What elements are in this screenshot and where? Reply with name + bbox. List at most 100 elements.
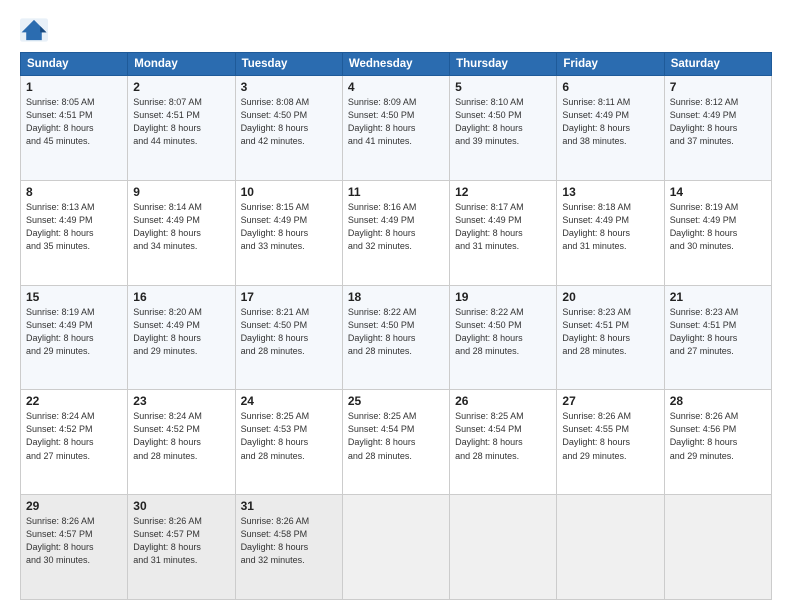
- logo-icon: [20, 18, 48, 42]
- day-number: 29: [26, 499, 122, 513]
- weekday-header: Tuesday: [235, 53, 342, 76]
- day-number: 26: [455, 394, 551, 408]
- cell-text: Sunrise: 8:23 AMSunset: 4:51 PMDaylight:…: [670, 306, 766, 358]
- calendar-cell: 16 Sunrise: 8:20 AMSunset: 4:49 PMDayligh…: [128, 285, 235, 390]
- day-number: 30: [133, 499, 229, 513]
- weekday-header: Sunday: [21, 53, 128, 76]
- cell-text: Sunrise: 8:23 AMSunset: 4:51 PMDaylight:…: [562, 306, 658, 358]
- cell-text: Sunrise: 8:11 AMSunset: 4:49 PMDaylight:…: [562, 96, 658, 148]
- cell-text: Sunrise: 8:14 AMSunset: 4:49 PMDaylight:…: [133, 201, 229, 253]
- day-number: 21: [670, 290, 766, 304]
- weekday-header: Saturday: [664, 53, 771, 76]
- day-number: 4: [348, 80, 444, 94]
- calendar-cell: 17 Sunrise: 8:21 AMSunset: 4:50 PMDayligh…: [235, 285, 342, 390]
- calendar-cell: 11 Sunrise: 8:16 AMSunset: 4:49 PMDayligh…: [342, 180, 449, 285]
- day-number: 12: [455, 185, 551, 199]
- day-number: 2: [133, 80, 229, 94]
- cell-text: Sunrise: 8:26 AMSunset: 4:55 PMDaylight:…: [562, 410, 658, 462]
- weekday-header: Wednesday: [342, 53, 449, 76]
- day-number: 6: [562, 80, 658, 94]
- day-number: 20: [562, 290, 658, 304]
- day-number: 7: [670, 80, 766, 94]
- cell-text: Sunrise: 8:15 AMSunset: 4:49 PMDaylight:…: [241, 201, 337, 253]
- day-number: 18: [348, 290, 444, 304]
- day-number: 8: [26, 185, 122, 199]
- cell-text: Sunrise: 8:19 AMSunset: 4:49 PMDaylight:…: [670, 201, 766, 253]
- calendar-cell: [450, 495, 557, 600]
- day-number: 31: [241, 499, 337, 513]
- day-number: 27: [562, 394, 658, 408]
- calendar-cell: 2 Sunrise: 8:07 AMSunset: 4:51 PMDaylight…: [128, 76, 235, 181]
- cell-text: Sunrise: 8:16 AMSunset: 4:49 PMDaylight:…: [348, 201, 444, 253]
- calendar-cell: 30 Sunrise: 8:26 AMSunset: 4:57 PMDayligh…: [128, 495, 235, 600]
- calendar-week-row: 8 Sunrise: 8:13 AMSunset: 4:49 PMDaylight…: [21, 180, 772, 285]
- cell-text: Sunrise: 8:25 AMSunset: 4:54 PMDaylight:…: [455, 410, 551, 462]
- calendar-cell: 7 Sunrise: 8:12 AMSunset: 4:49 PMDaylight…: [664, 76, 771, 181]
- calendar-cell: 27 Sunrise: 8:26 AMSunset: 4:55 PMDayligh…: [557, 390, 664, 495]
- cell-text: Sunrise: 8:21 AMSunset: 4:50 PMDaylight:…: [241, 306, 337, 358]
- day-number: 24: [241, 394, 337, 408]
- calendar-cell: 21 Sunrise: 8:23 AMSunset: 4:51 PMDayligh…: [664, 285, 771, 390]
- calendar-cell: 20 Sunrise: 8:23 AMSunset: 4:51 PMDayligh…: [557, 285, 664, 390]
- cell-text: Sunrise: 8:17 AMSunset: 4:49 PMDaylight:…: [455, 201, 551, 253]
- day-number: 25: [348, 394, 444, 408]
- calendar-cell: 1Sunrise: 8:05 AMSunset: 4:51 PMDaylight…: [21, 76, 128, 181]
- day-number: 5: [455, 80, 551, 94]
- cell-text: Sunrise: 8:26 AMSunset: 4:57 PMDaylight:…: [26, 515, 122, 567]
- calendar-cell: 24Sunrise: 8:25 AMSunset: 4:53 PMDayligh…: [235, 390, 342, 495]
- calendar-week-row: 22 Sunrise: 8:24 AMSunset: 4:52 PMDayligh…: [21, 390, 772, 495]
- calendar-cell: 28Sunrise: 8:26 AMSunset: 4:56 PMDayligh…: [664, 390, 771, 495]
- calendar-cell: [342, 495, 449, 600]
- cell-text: Sunrise: 8:09 AMSunset: 4:50 PMDaylight:…: [348, 96, 444, 148]
- calendar-cell: 25 Sunrise: 8:25 AMSunset: 4:54 PMDayligh…: [342, 390, 449, 495]
- calendar-week-row: 1Sunrise: 8:05 AMSunset: 4:51 PMDaylight…: [21, 76, 772, 181]
- weekday-header: Friday: [557, 53, 664, 76]
- cell-text: Sunrise: 8:26 AMSunset: 4:56 PMDaylight:…: [670, 410, 766, 462]
- day-number: 17: [241, 290, 337, 304]
- cell-text: Sunrise: 8:13 AMSunset: 4:49 PMDaylight:…: [26, 201, 122, 253]
- cell-text: Sunrise: 8:20 AMSunset: 4:49 PMDaylight:…: [133, 306, 229, 358]
- page: SundayMondayTuesdayWednesdayThursdayFrid…: [0, 0, 792, 612]
- cell-text: Sunrise: 8:24 AMSunset: 4:52 PMDaylight:…: [26, 410, 122, 462]
- calendar-cell: 12 Sunrise: 8:17 AMSunset: 4:49 PMDayligh…: [450, 180, 557, 285]
- calendar-cell: [664, 495, 771, 600]
- calendar-cell: 5 Sunrise: 8:10 AMSunset: 4:50 PMDaylight…: [450, 76, 557, 181]
- calendar-cell: 9 Sunrise: 8:14 AMSunset: 4:49 PMDaylight…: [128, 180, 235, 285]
- calendar-cell: 6 Sunrise: 8:11 AMSunset: 4:49 PMDaylight…: [557, 76, 664, 181]
- calendar: SundayMondayTuesdayWednesdayThursdayFrid…: [20, 52, 772, 600]
- calendar-cell: [557, 495, 664, 600]
- day-number: 22: [26, 394, 122, 408]
- cell-text: Sunrise: 8:05 AMSunset: 4:51 PMDaylight:…: [26, 96, 122, 148]
- calendar-week-row: 15Sunrise: 8:19 AMSunset: 4:49 PMDayligh…: [21, 285, 772, 390]
- cell-text: Sunrise: 8:25 AMSunset: 4:54 PMDaylight:…: [348, 410, 444, 462]
- cell-text: Sunrise: 8:12 AMSunset: 4:49 PMDaylight:…: [670, 96, 766, 148]
- day-number: 3: [241, 80, 337, 94]
- cell-text: Sunrise: 8:26 AMSunset: 4:57 PMDaylight:…: [133, 515, 229, 567]
- day-number: 14: [670, 185, 766, 199]
- day-number: 16: [133, 290, 229, 304]
- calendar-cell: 15Sunrise: 8:19 AMSunset: 4:49 PMDayligh…: [21, 285, 128, 390]
- day-number: 10: [241, 185, 337, 199]
- cell-text: Sunrise: 8:10 AMSunset: 4:50 PMDaylight:…: [455, 96, 551, 148]
- cell-text: Sunrise: 8:18 AMSunset: 4:49 PMDaylight:…: [562, 201, 658, 253]
- calendar-cell: 10 Sunrise: 8:15 AMSunset: 4:49 PMDayligh…: [235, 180, 342, 285]
- day-number: 15: [26, 290, 122, 304]
- cell-text: Sunrise: 8:26 AMSunset: 4:58 PMDaylight:…: [241, 515, 337, 567]
- cell-text: Sunrise: 8:07 AMSunset: 4:51 PMDaylight:…: [133, 96, 229, 148]
- calendar-cell: 14 Sunrise: 8:19 AMSunset: 4:49 PMDayligh…: [664, 180, 771, 285]
- weekday-header: Thursday: [450, 53, 557, 76]
- cell-text: Sunrise: 8:08 AMSunset: 4:50 PMDaylight:…: [241, 96, 337, 148]
- calendar-week-row: 29 Sunrise: 8:26 AMSunset: 4:57 PMDayligh…: [21, 495, 772, 600]
- day-number: 9: [133, 185, 229, 199]
- calendar-cell: 3 Sunrise: 8:08 AMSunset: 4:50 PMDaylight…: [235, 76, 342, 181]
- day-number: 11: [348, 185, 444, 199]
- weekday-header: Monday: [128, 53, 235, 76]
- header: [20, 18, 772, 42]
- calendar-cell: 8 Sunrise: 8:13 AMSunset: 4:49 PMDaylight…: [21, 180, 128, 285]
- cell-text: Sunrise: 8:22 AMSunset: 4:50 PMDaylight:…: [348, 306, 444, 358]
- calendar-cell: 31 Sunrise: 8:26 AMSunset: 4:58 PMDayligh…: [235, 495, 342, 600]
- cell-text: Sunrise: 8:24 AMSunset: 4:52 PMDaylight:…: [133, 410, 229, 462]
- day-number: 23: [133, 394, 229, 408]
- calendar-header-row: SundayMondayTuesdayWednesdayThursdayFrid…: [21, 53, 772, 76]
- day-number: 13: [562, 185, 658, 199]
